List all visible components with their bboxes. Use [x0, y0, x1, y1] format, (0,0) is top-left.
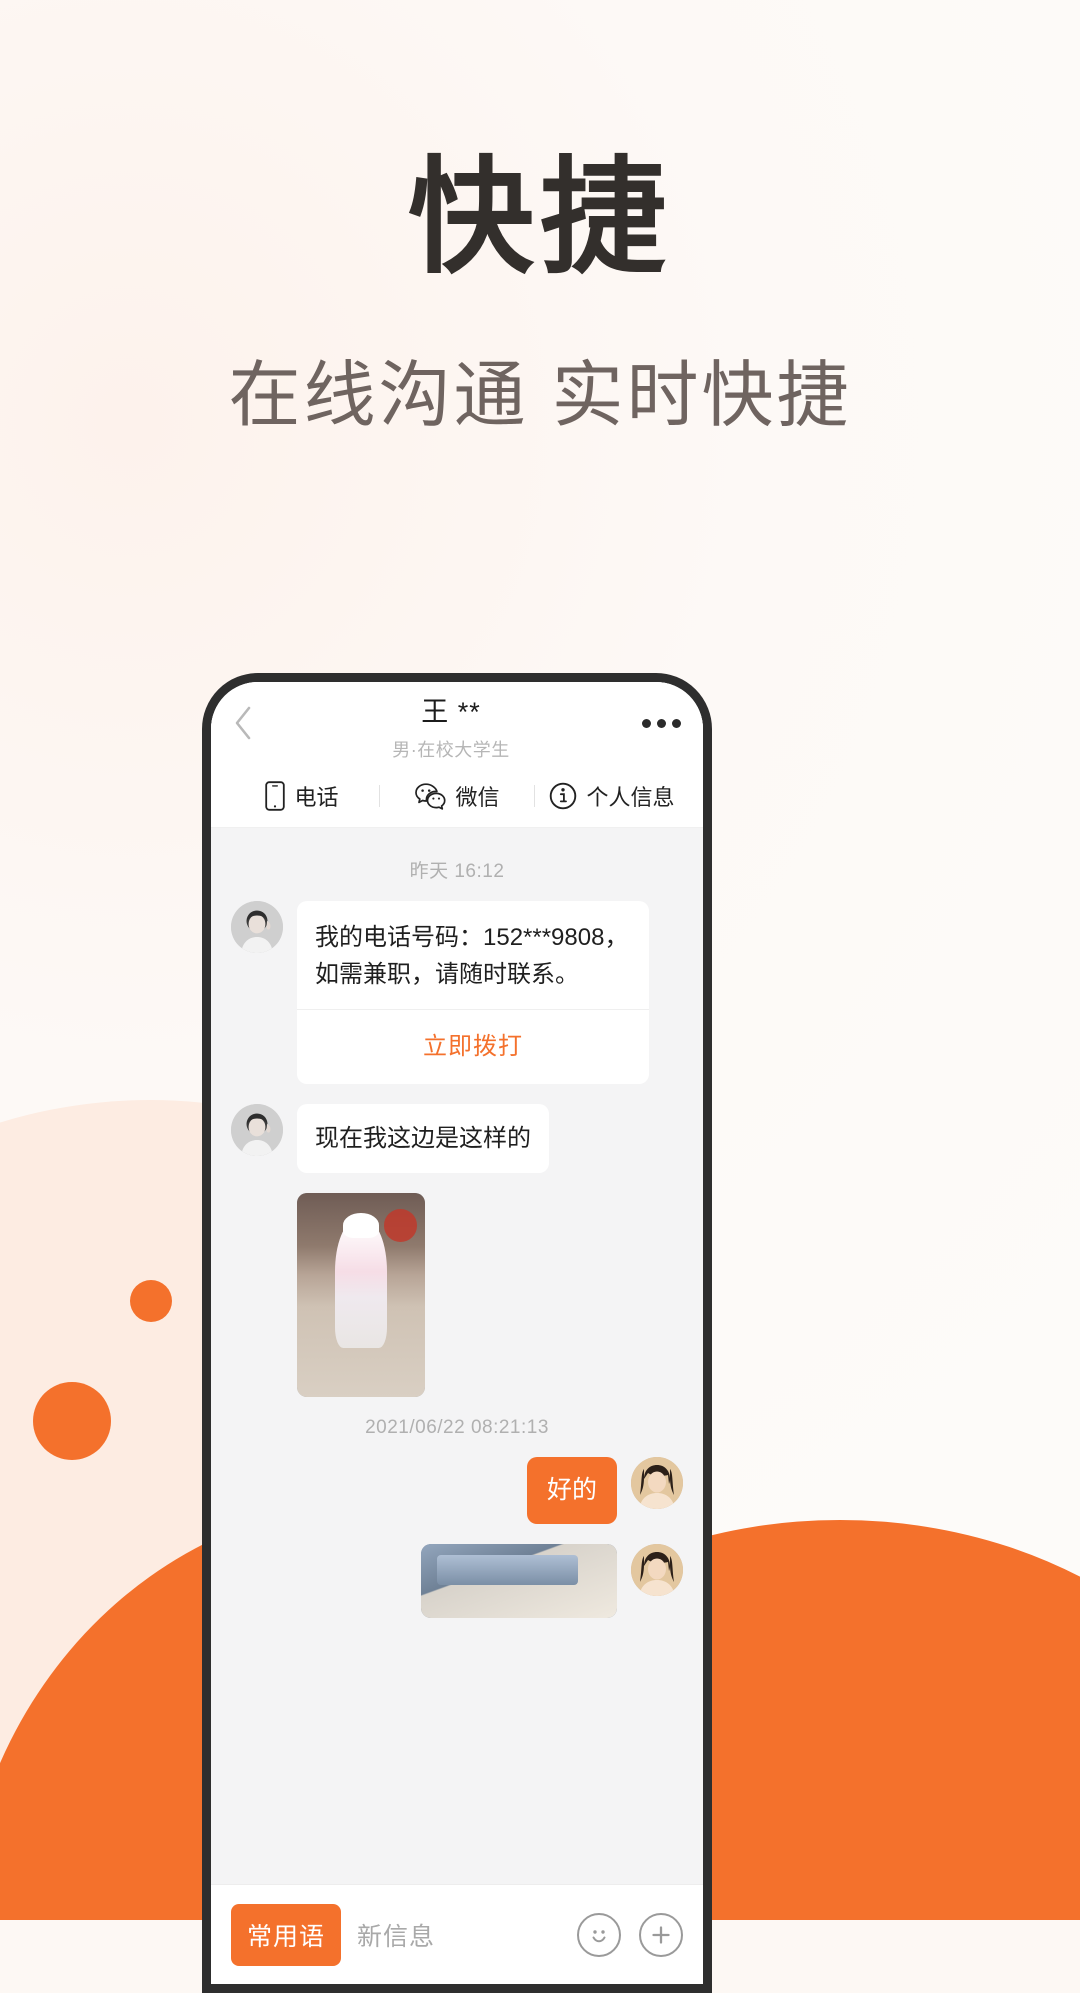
contact-avatar[interactable] [231, 901, 283, 953]
hero-headings: 快捷 在线沟通 实时快捷 [0, 0, 1080, 441]
chat-header: 王 ** 男·在校大学生 [211, 682, 703, 764]
page-subtitle: 在线沟通 实时快捷 [228, 356, 852, 437]
info-icon [549, 782, 577, 810]
message-row: 我的电话号码：152***9808，如需兼职，请随时联系。 立即拨打 [231, 901, 683, 1084]
message-timestamp: 昨天 16:12 [409, 861, 505, 882]
message-bubble: 现在我这边是这样的 [297, 1103, 549, 1173]
message-input[interactable]: 新信息 [357, 1917, 561, 1953]
contact-avatar[interactable] [231, 1103, 283, 1156]
chat-title-block: 王 ** 男·在校大学生 [267, 690, 635, 762]
plus-icon[interactable] [639, 1912, 683, 1957]
quick-phrase-button[interactable]: 常用语 [231, 1903, 342, 1966]
orange-dot-small [130, 1280, 172, 1322]
message-bubble-mine: 好的 [526, 1456, 617, 1524]
me-avatar[interactable] [631, 1456, 683, 1509]
orange-dot-large [33, 1382, 111, 1460]
me-avatar[interactable] [631, 1543, 683, 1596]
action-profile[interactable]: 个人信息 [535, 780, 689, 812]
chevron-left-icon[interactable] [233, 706, 267, 740]
message-list[interactable]: 昨天 16:12 我的电话号码：152***9808，如需兼职，请随时联系。 立… [211, 828, 703, 1884]
contact-subtitle: 男·在校大学生 [392, 740, 510, 760]
chat-input-bar: 常用语 新信息 [211, 1884, 703, 1984]
street-photo[interactable] [297, 1192, 425, 1397]
page-title: 快捷 [408, 147, 672, 288]
message-row-image [231, 1543, 683, 1618]
action-profile-label: 个人信息 [586, 784, 675, 810]
phone-screen: 王 ** 男·在校大学生 电话 微信 个人信息 昨天 16:12 我的电话号码：… [211, 682, 703, 1984]
input-bar-icons [577, 1912, 683, 1957]
card-text: 我的电话号码：152***9808，如需兼职，请随时联系。 [315, 924, 629, 989]
smiley-icon[interactable] [577, 1912, 621, 1957]
action-phone[interactable]: 电话 [225, 780, 379, 812]
message-timestamp: 2021/06/22 08:21:13 [365, 1416, 549, 1438]
message-row: 好的 [231, 1456, 683, 1524]
contact-name: 王 ** [421, 697, 481, 727]
wechat-icon [414, 782, 447, 810]
phone-icon [265, 780, 286, 811]
action-wechat[interactable]: 微信 [380, 780, 534, 812]
phone-mockup: 王 ** 男·在校大学生 电话 微信 个人信息 昨天 16:12 我的电话号码：… [202, 673, 712, 1993]
message-row: 现在我这边是这样的 [231, 1103, 683, 1173]
action-wechat-label: 微信 [455, 784, 500, 810]
notebook-photo[interactable] [421, 1543, 617, 1618]
more-horizontal-icon[interactable] [635, 718, 681, 728]
call-now-button[interactable]: 立即拨打 [315, 1010, 631, 1083]
contact-action-bar: 电话 微信 个人信息 [211, 764, 703, 828]
action-phone-label: 电话 [294, 784, 339, 810]
message-row-image [231, 1192, 683, 1397]
phone-number-card: 我的电话号码：152***9808，如需兼职，请随时联系。 立即拨打 [297, 901, 649, 1084]
